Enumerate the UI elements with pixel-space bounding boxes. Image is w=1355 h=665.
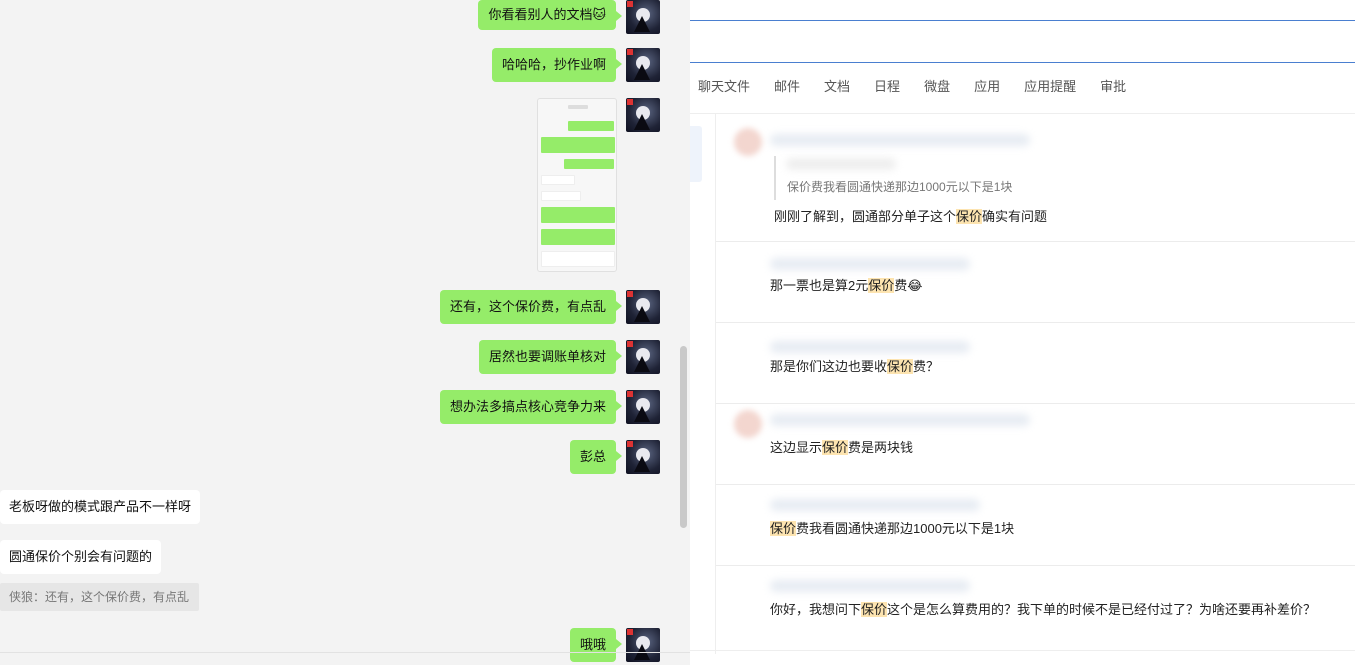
avatar-tag: [627, 341, 633, 347]
divider: [690, 650, 1355, 651]
selection-indicator: [690, 126, 702, 182]
wolf-icon: [634, 306, 650, 322]
wolf-icon: [634, 456, 650, 472]
divider: [690, 113, 1355, 114]
blurred-quote-name: [786, 158, 896, 170]
divider: [0, 652, 690, 653]
search-result[interactable]: 那是你们这边也要收保价费？: [716, 323, 1355, 404]
tab-chat-files[interactable]: 聊天文件: [698, 78, 750, 96]
message-bubble-incoming[interactable]: 圆通保价个别会有问题的: [0, 540, 162, 574]
avatar-tag: [627, 49, 633, 55]
result-snippet: 这边显示保价费是两块钱: [770, 440, 914, 455]
message-bubble-outgoing[interactable]: 居然也要调账单核对: [478, 340, 623, 374]
result-snippet: 那是你们这边也要收保价费？: [770, 359, 940, 374]
quoted-reply[interactable]: 侠狼：还有，这个保价费，有点乱: [0, 583, 199, 611]
divider: [690, 20, 1355, 21]
search-result[interactable]: 你好，我想问下保价这个是怎么算费用的？我下单的时候不是已经付过了？为啥还要再补差…: [716, 566, 1355, 650]
user-avatar[interactable]: [626, 340, 660, 374]
result-snippet: 刚刚了解到，圆通部分单子这个保价确实有问题: [774, 209, 1048, 224]
blurred-sender: [770, 580, 970, 592]
tab-apps[interactable]: 应用: [974, 78, 1000, 96]
result-snippet: 保价费我看圆通快递那边1000元以下是1块: [770, 521, 1015, 536]
user-avatar[interactable]: [626, 628, 660, 662]
message-row: 还有，这个保价费，有点乱: [439, 290, 660, 324]
message-bubble-outgoing[interactable]: 彭总: [569, 440, 623, 474]
message-row: 彭总: [569, 440, 660, 474]
wolf-icon: [634, 16, 650, 32]
message-row: 哦哦: [569, 628, 660, 662]
wolf-icon: [634, 114, 650, 130]
tab-drive[interactable]: 微盘: [924, 78, 950, 96]
search-result[interactable]: 保价费我看圆通快递那边1000元以下是1块: [716, 485, 1355, 566]
blurred-sender: [770, 258, 970, 270]
chat-scrollbar[interactable]: [680, 346, 687, 528]
message-bubble-outgoing[interactable]: 哈哈哈，抄作业啊: [491, 48, 623, 82]
avatar-tag: [627, 629, 633, 635]
message-row: [626, 98, 660, 132]
blurred-sender: [770, 499, 980, 511]
avatar-tag: [627, 99, 633, 105]
user-avatar[interactable]: [626, 48, 660, 82]
tab-app-alerts[interactable]: 应用提醒: [1024, 78, 1076, 96]
message-row: 居然也要调账单核对: [478, 340, 660, 374]
avatar-tag: [627, 291, 633, 297]
result-snippet: 那一票也是算2元保价费😂: [770, 278, 923, 293]
search-result[interactable]: 那一票也是算2元保价费😂: [716, 242, 1355, 323]
quote-bar: [774, 156, 776, 200]
blurred-sender: [770, 341, 970, 353]
result-quote: 保价费我看圆通快递那边1000元以下是1块: [787, 180, 1013, 194]
message-bubble-incoming[interactable]: 老板呀做的模式跟产品不一样呀: [0, 490, 201, 524]
wolf-icon: [634, 356, 650, 372]
tab-calendar[interactable]: 日程: [874, 78, 900, 96]
message-bubble-outgoing[interactable]: 还有，这个保价费，有点乱: [439, 290, 623, 324]
message-bubble-outgoing[interactable]: 想办法多搞点核心竞争力来: [439, 390, 623, 424]
wolf-icon: [634, 64, 650, 80]
user-avatar[interactable]: [626, 290, 660, 324]
user-avatar[interactable]: [626, 98, 660, 132]
chat-panel: 你看看别人的文档🐱 哈哈哈，抄作业啊 还有，这个保价费，有点乱 居然也要调账单核…: [0, 0, 690, 665]
search-result[interactable]: 这边显示保价费是两块钱: [716, 404, 1355, 485]
divider: [690, 62, 1355, 63]
avatar-tag: [627, 441, 633, 447]
user-avatar[interactable]: [626, 390, 660, 424]
blurred-sender: [770, 414, 1030, 426]
wolf-icon: [634, 406, 650, 422]
avatar-tag: [627, 391, 633, 397]
result-snippet: 你好，我想问下保价这个是怎么算费用的？我下单的时候不是已经付过了？为啥还要再补差…: [770, 602, 1317, 617]
blurred-avatar: [734, 128, 762, 156]
tab-mail[interactable]: 邮件: [774, 78, 800, 96]
blurred-sender: [770, 134, 1030, 146]
message-bubble-outgoing[interactable]: 你看看别人的文档🐱: [478, 0, 622, 30]
avatar-tag: [627, 1, 633, 7]
search-result[interactable]: 保价费我看圆通快递那边1000元以下是1块 刚刚了解到，圆通部分单子这个保价确实…: [716, 120, 1355, 242]
message-bubble-outgoing[interactable]: 哦哦: [569, 628, 623, 662]
search-panel: 聊天文件 邮件 文档 日程 微盘 应用 应用提醒 审批 保价费我看圆通快递那边1…: [690, 0, 1355, 665]
search-tabs: 聊天文件 邮件 文档 日程 微盘 应用 应用提醒 审批: [698, 78, 1150, 96]
tab-docs[interactable]: 文档: [824, 78, 850, 96]
message-row: 哈哈哈，抄作业啊: [491, 48, 660, 82]
user-avatar[interactable]: [626, 440, 660, 474]
tab-approval[interactable]: 审批: [1100, 78, 1126, 96]
message-row: 想办法多搞点核心竞争力来: [439, 390, 660, 424]
user-avatar[interactable]: [626, 0, 660, 34]
image-message[interactable]: [537, 98, 617, 272]
blurred-avatar: [734, 410, 762, 438]
message-row: 你看看别人的文档🐱: [478, 0, 660, 34]
